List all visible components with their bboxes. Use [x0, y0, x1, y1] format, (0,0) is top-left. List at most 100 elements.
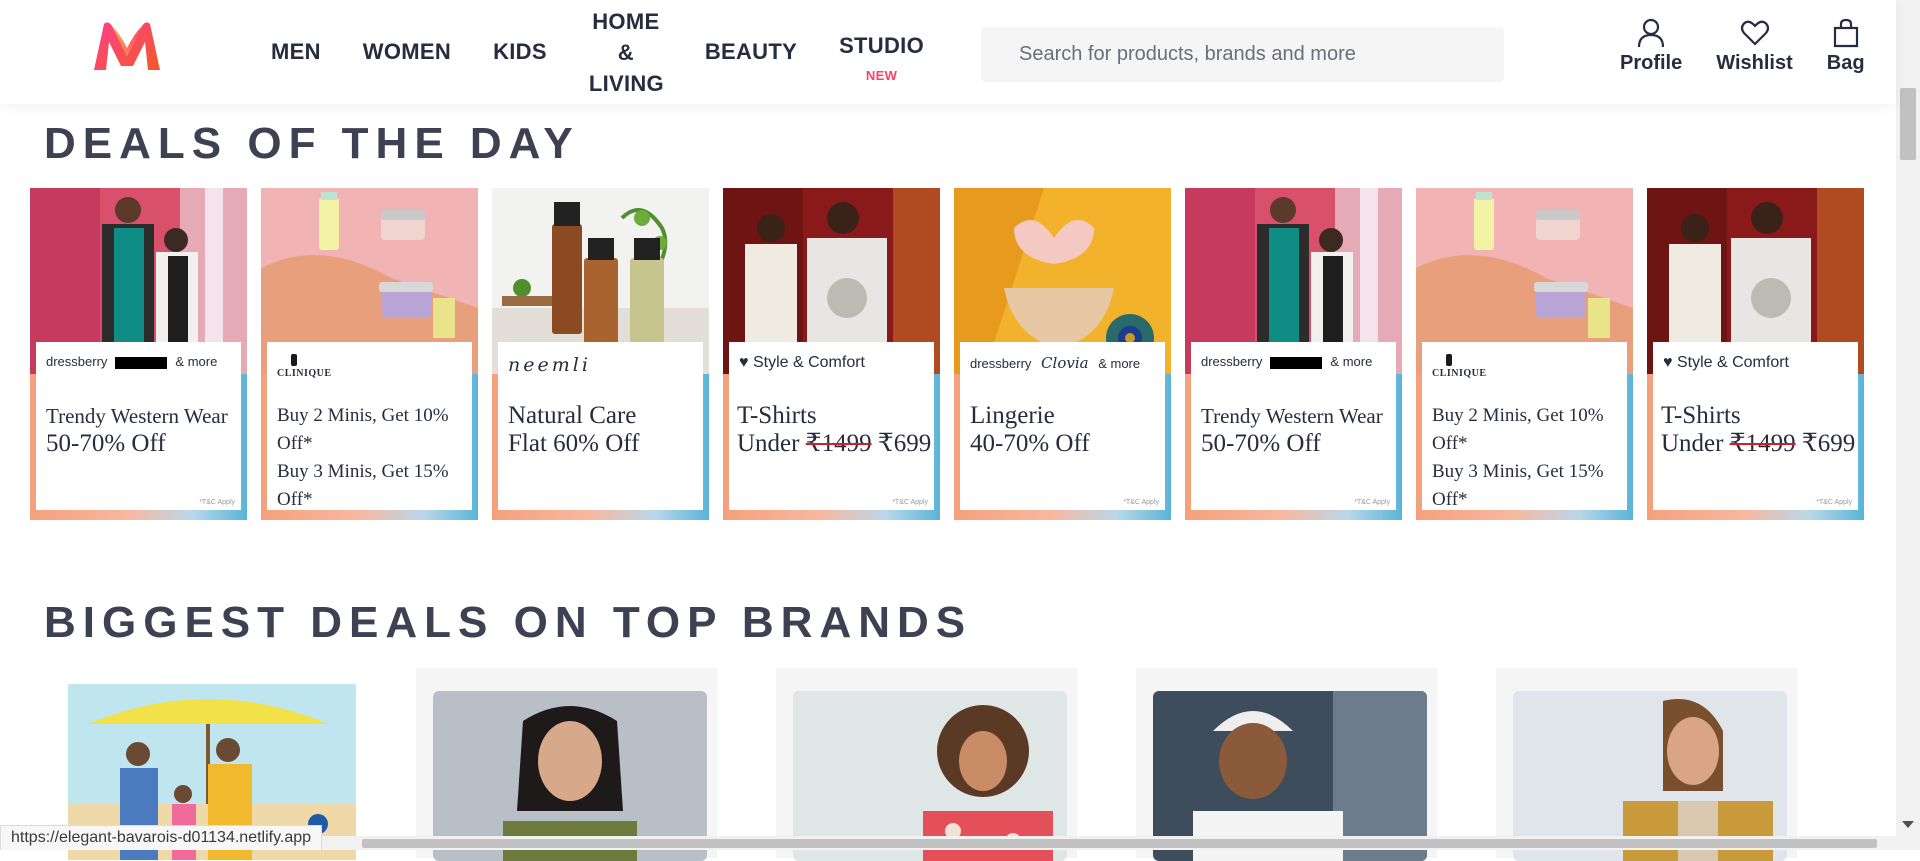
bag-button[interactable]: Bag	[1827, 18, 1865, 75]
nav-beauty[interactable]: BEAUTY	[684, 36, 818, 68]
deal-title: Trendy Western Wear 50-70% Off	[1201, 402, 1396, 458]
profile-icon	[1638, 18, 1665, 48]
deal-title-line-2: Under ₹1499 ₹699	[737, 430, 932, 458]
status-bar-url: https://elegant-bavarois-d01134.netlify.…	[0, 825, 323, 850]
brand-clinique: CLINIQUE	[277, 368, 332, 379]
brands-section-title: BIGGEST DEALS ON TOP BRANDS	[44, 598, 973, 647]
deal-panel: ♥ Style & Comfort T-Shirts Under ₹1499 ₹…	[729, 342, 934, 510]
deal-brand: dressberry & more	[1201, 354, 1372, 369]
scrollbar-thumb[interactable]	[1900, 88, 1916, 160]
heart-icon: ♥	[739, 354, 749, 371]
clinique-logo-icon	[291, 354, 297, 366]
deal-title-line-2: 40-70% Off	[970, 430, 1090, 457]
heart-icon: ♥	[1663, 354, 1673, 371]
deal-card[interactable]: ♥ Style & Comfort T-Shirts Under ₹1499 ₹…	[723, 188, 940, 520]
brand-clovia: Clovia	[1041, 354, 1089, 372]
brand-style-comfort: Style & Comfort	[1676, 354, 1789, 371]
deal-panel: CLINIQUE Buy 2 Minis, Get 10% Off* Buy 3…	[267, 342, 472, 510]
deal-under: Under	[737, 430, 806, 457]
top-header: MEN WOMEN KIDS HOME & LIVING BEAUTY STUD…	[0, 0, 1896, 104]
nav-kids[interactable]: KIDS	[472, 36, 568, 68]
deal-title-line-2: Buy 3 Minis, Get 15% Off*	[1432, 461, 1604, 510]
deal-title: T-Shirts Under ₹1499 ₹699	[1661, 402, 1856, 458]
deal-title: Lingerie 40-70% Off	[970, 402, 1165, 458]
bag-icon	[1833, 18, 1858, 48]
deal-brand: ♥ Style & Comfort	[739, 354, 865, 372]
deal-old-price: ₹1499	[805, 430, 872, 457]
brand-more: & more	[1098, 356, 1141, 371]
deal-panel: CLINIQUE Buy 2 Minis, Get 10% Off* Buy 3…	[1422, 342, 1627, 510]
deal-panel: ♥ Style & Comfort T-Shirts Under ₹1499 ₹…	[1653, 342, 1858, 510]
deal-title-line-1: Buy 2 Minis, Get 10% Off*	[277, 405, 449, 454]
terms-note: *T&C Apply	[199, 499, 235, 506]
deal-card[interactable]: dressberry & more Trendy Western Wear 50-…	[30, 188, 247, 520]
deal-title-line-1: Buy 2 Minis, Get 10% Off*	[1432, 405, 1604, 454]
deal-old-price: ₹1499	[1729, 430, 1796, 457]
nav-studio-label: STUDIO	[839, 33, 924, 58]
deal-title: T-Shirts Under ₹1499 ₹699	[737, 402, 932, 458]
brand-card[interactable]	[1496, 668, 1798, 861]
new-badge: NEW	[865, 68, 898, 83]
nav-home-living-line-3: LIVING	[588, 70, 664, 96]
deal-title-line-2: 50-70% Off	[1201, 430, 1321, 457]
profile-label: Profile	[1620, 52, 1683, 74]
brand-more: & more	[175, 354, 218, 369]
brand-dressberry: dressberry	[1201, 354, 1263, 369]
deal-panel: dressberry & more Trendy Western Wear 50-…	[1191, 342, 1396, 510]
wishlist-label: Wishlist	[1716, 52, 1793, 74]
deal-new-price: ₹699	[1795, 430, 1856, 457]
myntra-logo[interactable]	[90, 20, 164, 74]
brand-logo-block	[115, 356, 168, 369]
wishlist-button[interactable]: Wishlist	[1716, 18, 1793, 75]
profile-button[interactable]: Profile	[1620, 18, 1682, 75]
deal-panel: dressberry & more Trendy Western Wear 50-…	[36, 342, 241, 510]
deal-title-line-1: T-Shirts	[737, 402, 817, 429]
deal-card[interactable]: dressberry Clovia & more Lingerie 40-70%…	[954, 188, 1171, 520]
vertical-scrollbar[interactable]	[1896, 0, 1920, 850]
scroll-down-arrow-icon[interactable]	[1902, 821, 1914, 828]
brand-logo-block	[1270, 356, 1323, 369]
brand-style-comfort: Style & Comfort	[752, 354, 865, 371]
bag-label: Bag	[1826, 52, 1865, 74]
deal-brand: CLINIQUE	[277, 354, 332, 379]
deal-title-line-2: Flat 60% Off	[508, 430, 640, 457]
deal-title-line-2: Under ₹1499 ₹699	[1661, 430, 1856, 458]
deal-card[interactable]: dressberry & more Trendy Western Wear 50-…	[1185, 188, 1402, 520]
nav-women[interactable]: WOMEN	[342, 36, 472, 68]
deal-new-price: ₹699	[871, 430, 932, 457]
deal-title: Buy 2 Minis, Get 10% Off* Buy 3 Minis, G…	[277, 402, 472, 514]
brand-dressberry: dressberry	[46, 354, 108, 369]
deals-carousel: dressberry & more Trendy Western Wear 50-…	[30, 188, 1864, 520]
nav-home-living[interactable]: HOME & LIVING	[568, 6, 684, 99]
terms-note: *T&C Apply	[1816, 499, 1852, 506]
deal-brand: dressberry & more	[46, 354, 217, 369]
deal-title: Trendy Western Wear 50-70% Off	[46, 402, 241, 458]
brand-card[interactable]	[776, 668, 1078, 861]
terms-note: *T&C Apply	[1354, 499, 1390, 506]
brand-clinique: CLINIQUE	[1432, 368, 1487, 379]
nav-home-living-line-2: &	[617, 39, 634, 65]
deal-title-line-1: Trendy Western Wear	[46, 404, 228, 428]
terms-note: *T&C Apply	[1123, 499, 1159, 506]
search-input[interactable]	[981, 27, 1504, 82]
deal-card[interactable]: CLINIQUE Buy 2 Minis, Get 10% Off* Buy 3…	[1416, 188, 1633, 520]
deal-title: Buy 2 Minis, Get 10% Off* Buy 3 Minis, G…	[1432, 402, 1627, 514]
nav-home-living-line-1: HOME	[592, 8, 660, 34]
header-actions: Profile Wishlist Bag	[1620, 18, 1899, 75]
brand-card[interactable]	[1136, 668, 1438, 861]
nav-studio[interactable]: STUDIO NEW	[818, 30, 945, 84]
deal-card[interactable]: neemli Natural Care Flat 60% Off	[492, 188, 709, 520]
deal-card[interactable]: ♥ Style & Comfort T-Shirts Under ₹1499 ₹…	[1647, 188, 1864, 520]
main-nav: MEN WOMEN KIDS HOME & LIVING BEAUTY STUD…	[250, 0, 945, 104]
scrollbar-thumb[interactable]	[362, 839, 1877, 848]
deal-brand: ♥ Style & Comfort	[1663, 354, 1789, 372]
brand-card[interactable]	[416, 668, 718, 861]
deal-title: Natural Care Flat 60% Off	[508, 402, 703, 458]
deal-title-line-1: Trendy Western Wear	[1201, 404, 1383, 428]
clinique-logo-icon	[1446, 354, 1452, 366]
deal-title-line-1: Lingerie	[970, 402, 1055, 429]
brand-more: & more	[1330, 354, 1373, 369]
deal-panel: neemli Natural Care Flat 60% Off	[498, 342, 703, 510]
deal-card[interactable]: CLINIQUE Buy 2 Minis, Get 10% Off* Buy 3…	[261, 188, 478, 520]
nav-men[interactable]: MEN	[250, 36, 342, 68]
